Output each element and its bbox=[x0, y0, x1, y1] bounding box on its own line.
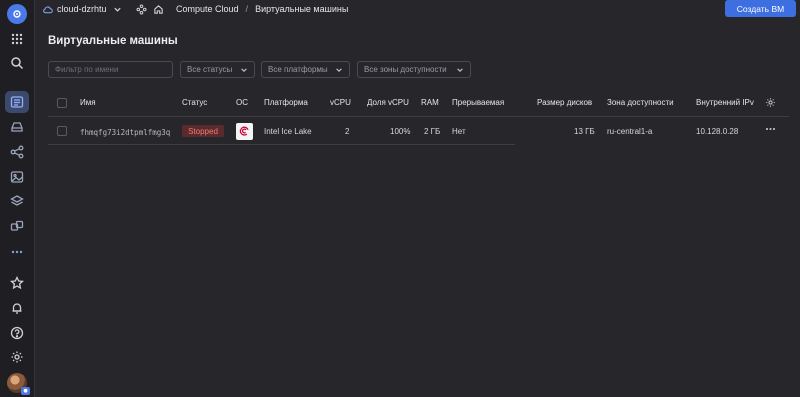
disk-icon[interactable] bbox=[5, 116, 29, 138]
avatar-badge: ● bbox=[21, 387, 30, 395]
left-rail: ● bbox=[0, 0, 35, 397]
chevron-down-icon bbox=[113, 7, 121, 12]
top-bar: cloud-dzrhtu Compute Cloud / Виртуальные… bbox=[35, 0, 800, 18]
network-icon[interactable] bbox=[5, 141, 29, 163]
breadcrumb-vms[interactable]: Виртуальные машины bbox=[255, 4, 348, 14]
breadcrumb: Compute Cloud / Виртуальные машины bbox=[176, 3, 348, 15]
chevron-down-icon bbox=[336, 68, 342, 72]
zone-cell: ru-central1-a bbox=[607, 127, 653, 136]
create-vm-button[interactable]: Создать ВМ bbox=[725, 0, 796, 17]
name-filter-input[interactable] bbox=[55, 65, 172, 74]
column-settings-gear-icon[interactable] bbox=[765, 97, 776, 108]
platform-cell: Intel Ice Lake bbox=[264, 127, 312, 136]
page-title: Виртуальные машины bbox=[48, 35, 178, 47]
star-icon[interactable] bbox=[5, 272, 29, 294]
chevron-down-icon bbox=[457, 68, 463, 72]
vcpu-share-cell: 100% bbox=[390, 127, 411, 136]
bell-icon[interactable] bbox=[5, 297, 29, 319]
chevron-down-icon bbox=[241, 68, 247, 72]
column-header-vcpu-share[interactable]: Доля vCPU bbox=[367, 98, 409, 107]
name-filter-field[interactable] bbox=[48, 61, 173, 78]
layers-icon[interactable] bbox=[5, 190, 29, 212]
platform-select[interactable]: Все платформы bbox=[261, 61, 350, 78]
cloud-selector[interactable]: cloud-dzrhtu bbox=[42, 3, 122, 15]
row-divider bbox=[48, 144, 515, 145]
select-all-checkbox[interactable] bbox=[57, 98, 67, 108]
debian-icon bbox=[236, 123, 253, 140]
platform-select-value: Все платформы bbox=[268, 65, 328, 74]
column-header-os[interactable]: ОС bbox=[236, 98, 248, 107]
preemptible-cell: Нет bbox=[452, 127, 466, 136]
services-icon[interactable] bbox=[136, 3, 147, 15]
status-select[interactable]: Все статусы bbox=[180, 61, 255, 78]
column-header-status[interactable]: Статус bbox=[182, 98, 207, 107]
breadcrumb-separator: / bbox=[245, 4, 249, 14]
row-actions-more-icon[interactable] bbox=[764, 124, 777, 134]
vm-name-link[interactable]: fhmqfg73i2dtpmlfmg3q bbox=[80, 128, 170, 137]
column-header-name[interactable]: Имя bbox=[80, 98, 96, 107]
row-checkbox[interactable] bbox=[57, 126, 67, 136]
home-icon[interactable] bbox=[153, 3, 164, 15]
image-icon[interactable] bbox=[5, 166, 29, 188]
status-badge: Stopped bbox=[182, 125, 224, 137]
help-icon[interactable] bbox=[5, 322, 29, 344]
column-header-disk-size[interactable]: Размер дисков bbox=[537, 98, 592, 107]
ram-cell: 2 ГБ bbox=[424, 127, 441, 136]
gear-icon[interactable] bbox=[5, 346, 29, 368]
column-header-internal-ip[interactable]: Внутренний IPv bbox=[696, 98, 754, 107]
cloud-logo-icon[interactable] bbox=[7, 4, 27, 24]
cubes-icon[interactable] bbox=[5, 215, 29, 237]
zone-select[interactable]: Все зоны доступности bbox=[357, 61, 471, 78]
column-header-ram[interactable]: RAM bbox=[421, 98, 439, 107]
cloud-name: cloud-dzrhtu bbox=[57, 4, 107, 14]
search-icon[interactable] bbox=[5, 52, 29, 74]
column-header-vcpu[interactable]: vCPU bbox=[330, 98, 351, 107]
apps-grid-icon[interactable] bbox=[5, 28, 29, 50]
status-select-value: Все статусы bbox=[187, 65, 233, 74]
header-divider bbox=[48, 116, 789, 117]
zone-select-value: Все зоны доступности bbox=[364, 65, 447, 74]
column-header-zone[interactable]: Зона доступности bbox=[607, 98, 674, 107]
disk-size-cell: 13 ГБ bbox=[574, 127, 595, 136]
column-header-preemptible[interactable]: Прерываемая bbox=[452, 98, 504, 107]
internal-ip-cell: 10.128.0.28 bbox=[696, 127, 739, 136]
column-header-platform[interactable]: Платформа bbox=[264, 98, 308, 107]
breadcrumb-compute-cloud[interactable]: Compute Cloud bbox=[176, 4, 239, 14]
vm-list-icon[interactable] bbox=[5, 91, 29, 113]
cloud-icon bbox=[43, 5, 53, 13]
vcpu-cell: 2 bbox=[345, 127, 350, 136]
more-icon[interactable] bbox=[5, 241, 29, 263]
